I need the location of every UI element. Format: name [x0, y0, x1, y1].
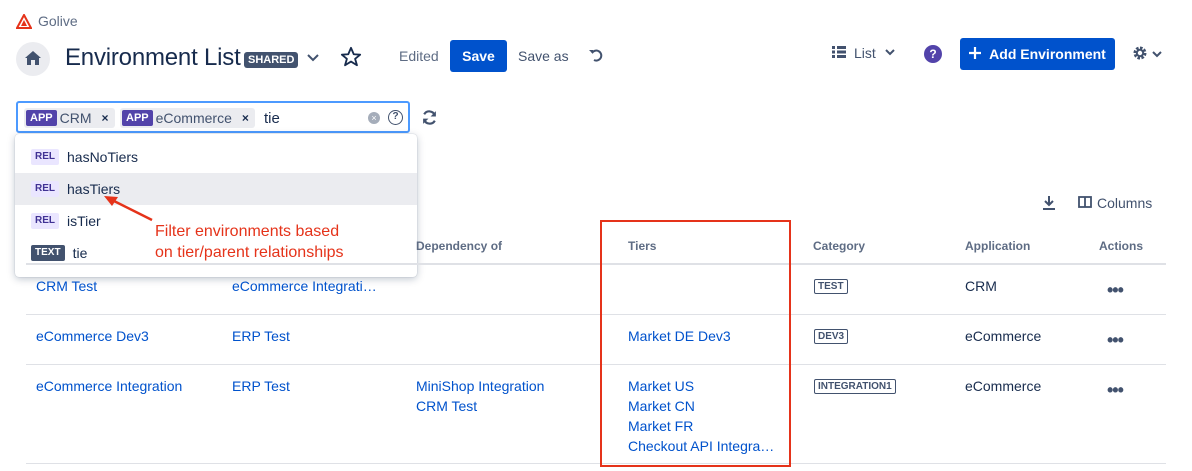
help-icon[interactable]: ? [924, 45, 942, 63]
suggestion-item[interactable]: REL hasTiers [15, 173, 417, 205]
suggestion-tag: REL [31, 149, 59, 165]
row-divider [26, 314, 1166, 315]
filter-input[interactable]: APP CRM × APP eCommerce × tie × ? [16, 101, 410, 133]
chip-kind: APP [26, 110, 57, 126]
remove-chip-icon[interactable]: × [102, 111, 109, 125]
chevron-down-icon [1151, 47, 1163, 63]
annotation-line: on tier/parent relationships [155, 244, 344, 261]
category-badge: DEV3 [814, 329, 849, 344]
chip-kind: APP [122, 110, 153, 126]
suggestion-tag: REL [31, 213, 59, 229]
annotation-arrow-icon [100, 192, 156, 227]
chevron-down-icon [884, 45, 896, 61]
annotation-text: Filter environments based on tier/parent… [155, 221, 395, 263]
columns-label: Columns [1097, 195, 1153, 211]
plus-icon [969, 46, 982, 62]
edited-status: Edited [399, 48, 439, 64]
download-icon[interactable] [1042, 195, 1056, 214]
suggestion-label: isTier [67, 213, 101, 229]
suggestion-label: tie [72, 245, 88, 261]
dependency-link[interactable]: CRM Test [416, 398, 477, 414]
app-name: Golive [38, 13, 78, 29]
settings-menu[interactable] [1132, 45, 1163, 64]
home-button[interactable] [16, 42, 50, 76]
column-header-application[interactable]: Application [965, 239, 1030, 253]
environment-name-link[interactable]: CRM Test [36, 278, 97, 294]
chip-label: CRM [59, 110, 92, 126]
category-badge: TEST [814, 279, 848, 294]
columns-icon [1078, 195, 1092, 211]
row-actions-more-icon[interactable]: ••• [1107, 330, 1124, 351]
golive-logo-icon [16, 13, 32, 29]
row-actions-more-icon[interactable]: ••• [1107, 280, 1124, 301]
filter-query-text[interactable]: tie [264, 110, 280, 127]
column-header-actions: Actions [1099, 239, 1144, 253]
view-label: List [854, 45, 876, 61]
row-divider [26, 364, 1166, 365]
application-cell: CRM [965, 278, 997, 294]
query-help-icon[interactable]: ? [388, 110, 403, 125]
application-cell: eCommerce [965, 328, 1042, 344]
columns-button[interactable]: Columns [1078, 195, 1152, 211]
home-icon [24, 50, 42, 69]
suggestion-label: hasNoTiers [67, 149, 139, 165]
save-button[interactable]: Save [450, 40, 507, 72]
filter-chip-ecommerce[interactable]: APP eCommerce × [120, 108, 255, 128]
suggestion-item[interactable]: REL hasNoTiers [15, 141, 417, 173]
tiers-highlight-box [600, 220, 791, 467]
row-divider [26, 463, 1166, 464]
shared-badge: SHARED [244, 52, 299, 68]
page-title: Environment List [65, 44, 241, 71]
environment-name-link[interactable]: eCommerce Integration [36, 378, 182, 394]
refresh-icon[interactable] [421, 109, 438, 129]
parent-link[interactable]: ERP Test [232, 378, 290, 394]
column-header-category[interactable]: Category [813, 239, 865, 253]
dependency-link[interactable]: MiniShop Integration [416, 378, 544, 394]
parent-link[interactable]: eCommerce Integrati… [232, 278, 377, 294]
environment-name-link[interactable]: eCommerce Dev3 [36, 328, 149, 344]
row-actions-more-icon[interactable]: ••• [1107, 380, 1124, 401]
filter-chip-crm[interactable]: APP CRM × [24, 108, 115, 128]
add-environment-label: Add Environment [989, 46, 1106, 62]
gear-icon [1132, 45, 1148, 64]
title-chevron-down-icon[interactable] [306, 50, 320, 67]
column-header-dependency-of[interactable]: Dependency of [416, 239, 502, 253]
chip-label: eCommerce [155, 110, 232, 126]
app-brand: Golive [16, 13, 78, 29]
clear-filter-icon[interactable]: × [368, 112, 380, 124]
undo-icon[interactable] [588, 47, 604, 66]
save-as-button[interactable]: Save as [518, 48, 569, 64]
list-icon [832, 45, 846, 61]
table-header-divider [26, 263, 1166, 265]
application-cell: eCommerce [965, 378, 1042, 394]
suggestion-tag: REL [31, 181, 59, 197]
remove-chip-icon[interactable]: × [242, 111, 249, 125]
annotation-line: Filter environments based [155, 223, 340, 240]
category-badge: INTEGRATION1 [814, 379, 896, 394]
suggestion-tag: TEXT [31, 245, 65, 261]
add-environment-button[interactable]: Add Environment [960, 38, 1115, 70]
view-switcher[interactable]: List [832, 45, 896, 61]
favorite-star-icon[interactable] [340, 46, 362, 71]
parent-link[interactable]: ERP Test [232, 328, 290, 344]
